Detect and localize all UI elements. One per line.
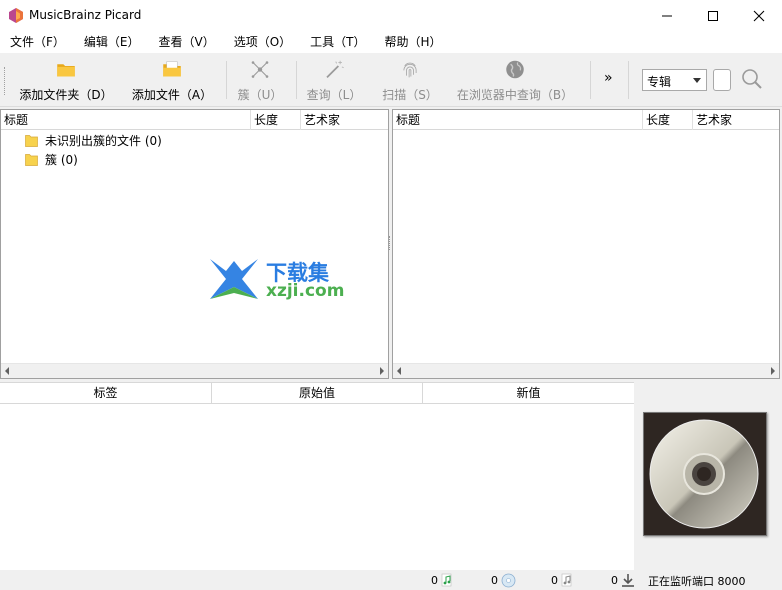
browser-lookup-label: 在浏览器中查询（B） [456, 88, 574, 102]
status-bar: 0 0 0 0 正在监听端口 8000 [0, 570, 782, 590]
add-files-label: 添加文件（A） [131, 88, 213, 102]
horizontal-scrollbar[interactable] [393, 363, 779, 378]
scroll-right-icon[interactable] [380, 367, 384, 375]
toolbar-separator [226, 61, 227, 99]
cluster-label: 簇（U） [237, 88, 283, 102]
maximize-icon [708, 10, 718, 21]
scroll-left-icon[interactable] [5, 367, 9, 375]
cover-art[interactable] [643, 412, 767, 536]
close-button[interactable] [736, 0, 782, 31]
menu-help[interactable]: 帮助（H） [375, 31, 451, 53]
status-pending-files: 0 [551, 570, 573, 590]
globe-icon [506, 60, 524, 79]
watermark: 下载集 xzji.com [208, 257, 348, 301]
menu-file[interactable]: 文件（F） [0, 31, 74, 53]
scroll-right-icon[interactable] [771, 367, 775, 375]
horizontal-scrollbar[interactable] [1, 363, 388, 378]
column-tag[interactable]: 标签 [0, 383, 212, 404]
lookup-label: 查询（L） [306, 88, 362, 102]
column-length[interactable]: 长度 [643, 110, 693, 130]
column-length[interactable]: 长度 [251, 110, 301, 130]
metadata-header: 标签 原始值 新值 [0, 382, 634, 404]
add-files-button[interactable]: 添加文件（A） [130, 57, 214, 103]
toolbar-separator [296, 61, 297, 99]
scroll-left-icon[interactable] [397, 367, 401, 375]
minimize-button[interactable] [644, 0, 690, 31]
file-list-header: 标题 长度 艺术家 [1, 110, 388, 130]
album-list-pane: 标题 长度 艺术家 [392, 109, 780, 379]
fingerprint-icon [403, 62, 417, 78]
menu-bar: 文件（F） 编辑（E） 查看（V） 选项（O） 工具（T） 帮助（H） [0, 31, 782, 53]
magic-wand-icon [326, 60, 344, 78]
pending-files-count: 0 [551, 573, 558, 587]
status-files: 0 [431, 570, 453, 590]
menu-tools[interactable]: 工具（T） [300, 31, 374, 53]
folder-icon [57, 64, 75, 77]
folder-icon [25, 153, 38, 166]
cluster-icon [251, 61, 269, 78]
albums-count: 0 [491, 573, 498, 587]
column-artist[interactable]: 艺术家 [693, 110, 779, 130]
music-file-icon [441, 573, 452, 587]
album-list-header: 标题 长度 艺术家 [393, 110, 779, 130]
menu-options[interactable]: 选项（O） [224, 31, 300, 53]
column-original-value[interactable]: 原始值 [212, 383, 423, 404]
tree-item-clusters[interactable]: 簇 (0) [25, 150, 78, 168]
tree-item-label: 未识别出簇的文件 (0) [45, 133, 162, 148]
lookup-button[interactable]: 查询（L） [304, 57, 364, 103]
close-icon [753, 10, 765, 21]
status-albums: 0 [491, 570, 516, 590]
column-new-value[interactable]: 新值 [423, 383, 634, 404]
tree-item-label: 簇 (0) [45, 152, 78, 167]
search-type-select[interactable]: 专辑 [642, 69, 707, 91]
minimize-icon [662, 15, 672, 16]
status-pending-requests: 0 [611, 570, 635, 590]
cluster-button[interactable]: 簇（U） [236, 57, 284, 103]
pane-splitter[interactable] [389, 236, 391, 250]
metadata-table-body[interactable] [0, 404, 634, 570]
music-file-gray-icon [561, 573, 572, 587]
menu-view[interactable]: 查看（V） [149, 31, 224, 53]
watermark-logo-icon [210, 259, 258, 299]
file-list-pane: 标题 长度 艺术家 未识别出簇的文件 (0) 簇 (0) [0, 109, 389, 379]
pending-requests-count: 0 [611, 573, 618, 587]
title-bar: MusicBrainz Picard [0, 0, 782, 31]
menu-edit[interactable]: 编辑（E） [74, 31, 149, 53]
search-icon[interactable] [741, 68, 763, 90]
maximize-button[interactable] [690, 0, 736, 31]
browser-lookup-button[interactable]: 在浏览器中查询（B） [456, 57, 574, 103]
toolbar-separator [590, 61, 591, 99]
watermark-url: xzji.com [266, 281, 345, 301]
folder-icon [25, 134, 38, 147]
cd-icon [644, 413, 766, 535]
add-folder-button[interactable]: 添加文件夹（D） [19, 57, 113, 103]
search-input[interactable] [713, 69, 731, 91]
chevron-down-icon [693, 78, 701, 83]
window-title: MusicBrainz Picard [29, 8, 142, 22]
search-type-value: 专辑 [647, 75, 672, 89]
column-title[interactable]: 标题 [393, 110, 643, 130]
scan-label: 扫描（S） [382, 88, 438, 102]
picard-logo-icon [9, 8, 23, 23]
files-count: 0 [431, 573, 438, 587]
add-folder-label: 添加文件夹（D） [19, 88, 113, 102]
toolbar-overflow-button[interactable]: » [604, 70, 613, 86]
toolbar-separator [628, 61, 629, 99]
cd-small-icon [501, 573, 516, 587]
toolbar-grip[interactable] [4, 67, 7, 95]
tree-item-unclustered[interactable]: 未识别出簇的文件 (0) [25, 131, 162, 149]
folder-files-icon [163, 61, 181, 77]
download-icon [622, 574, 634, 587]
column-artist[interactable]: 艺术家 [301, 110, 388, 130]
column-title[interactable]: 标题 [1, 110, 251, 130]
scan-button[interactable]: 扫描（S） [382, 57, 438, 103]
listening-port-status: 正在监听端口 8000 [648, 575, 746, 588]
